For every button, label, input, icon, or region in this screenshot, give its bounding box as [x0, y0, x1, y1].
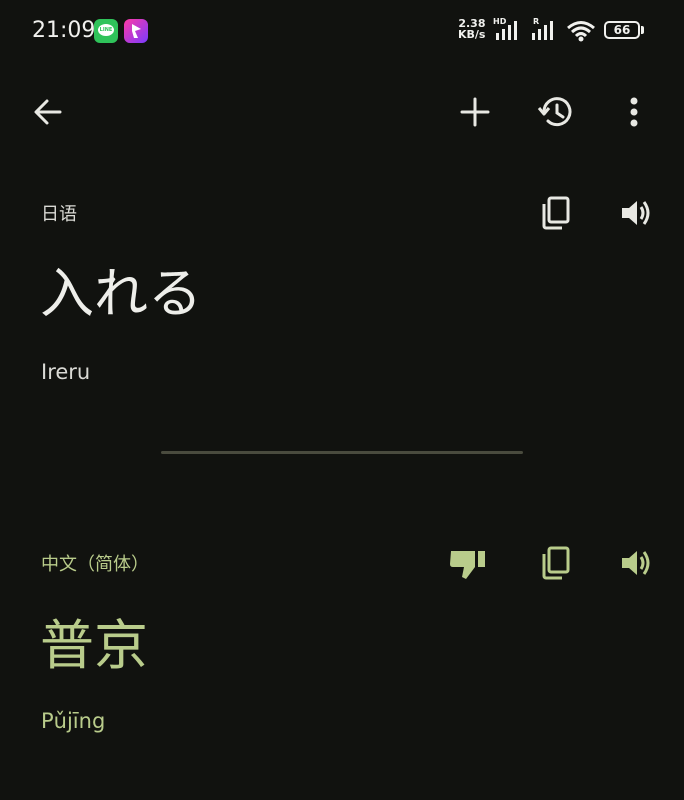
signal-icon-2 [532, 21, 553, 40]
source-language-label[interactable]: 日语 [41, 200, 77, 226]
wifi-icon [567, 21, 595, 42]
target-transliteration: Pǔjīng [41, 709, 106, 733]
status-time: 21:09 [32, 18, 96, 43]
copy-translation-icon[interactable] [536, 543, 576, 583]
history-icon[interactable] [536, 92, 576, 132]
target-language-label[interactable]: 中文（简体） [41, 550, 149, 576]
signal-icon [496, 21, 517, 40]
source-text: 入れる [40, 262, 202, 325]
source-transliteration: Ireru [41, 360, 91, 384]
battery-level: 66 [613, 23, 631, 37]
speaker-icon[interactable] [616, 193, 656, 233]
line-badge-text: LINE [99, 27, 113, 33]
plus-icon[interactable] [455, 92, 495, 132]
network-speed: 2.38 KB/s [458, 18, 485, 40]
copy-icon[interactable] [536, 193, 576, 233]
status-bar: 21:09 LINE 2.38 KB/s HD R 66 [0, 0, 684, 60]
network-speed-unit: KB/s [458, 28, 486, 41]
divider [161, 451, 523, 454]
speaker-translation-icon[interactable] [616, 543, 656, 583]
arrow-back-icon[interactable] [28, 92, 68, 132]
more-vert-icon[interactable] [614, 92, 654, 132]
battery-icon: 66 [604, 21, 640, 39]
battery-tip [641, 26, 644, 34]
feather-app-icon [124, 19, 148, 43]
target-text: 普京 [40, 614, 148, 677]
line-app-icon: LINE [94, 19, 118, 43]
thumbs-down-icon[interactable] [447, 543, 489, 585]
